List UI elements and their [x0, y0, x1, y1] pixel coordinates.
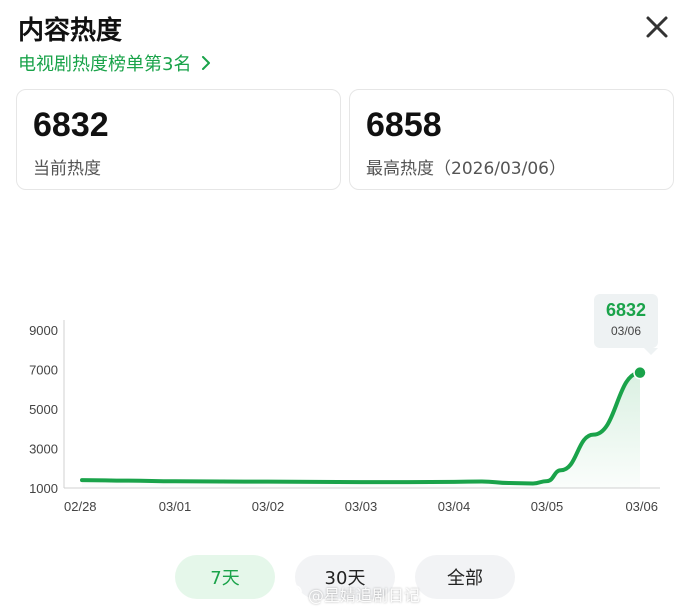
- range-all-button[interactable]: 全部: [415, 555, 515, 599]
- max-heat-label: 最高热度（2026/03/06）: [366, 159, 566, 179]
- max-heat-value: 6858: [366, 106, 442, 144]
- rank-link-label: 电视剧热度榜单第3名: [18, 54, 192, 75]
- range-30d-button[interactable]: 30天: [295, 555, 395, 599]
- page-title: 内容热度: [18, 16, 123, 46]
- x-tick-label: 03/02: [252, 499, 285, 514]
- current-heat-label: 当前热度: [33, 159, 101, 179]
- y-tick-label: 1000: [29, 481, 58, 496]
- close-button[interactable]: [642, 12, 672, 42]
- y-tick-label: 5000: [29, 402, 58, 417]
- series-line: [80, 370, 642, 486]
- y-tick-label: 3000: [29, 441, 58, 456]
- x-tick-label: 03/03: [345, 499, 378, 514]
- chart-tooltip: 6832 03/06: [594, 294, 658, 355]
- x-tick-label: 03/04: [438, 499, 471, 514]
- current-heat-value: 6832: [33, 106, 109, 144]
- max-heat-card: 6858 最高热度（2026/03/06）: [349, 89, 674, 190]
- heat-trend-chart-svg: 1000 3000 5000 7000 9000 02/28 03/01 03/02 03/03…: [29, 320, 660, 514]
- range-7d-button[interactable]: 7天: [175, 555, 275, 599]
- current-heat-card: 6832 当前热度: [16, 89, 341, 190]
- highlight-point: [633, 365, 647, 380]
- x-tick-label: 03/05: [531, 499, 564, 514]
- y-tick-label: 7000: [29, 362, 58, 377]
- rank-link[interactable]: 电视剧热度榜单第3名: [18, 50, 213, 76]
- tooltip-value: 6832: [605, 300, 647, 320]
- chevron-right-icon: [202, 56, 211, 70]
- x-tick-label: 03/01: [159, 499, 192, 514]
- close-icon: [646, 16, 668, 38]
- tooltip-date: 03/06: [610, 324, 642, 338]
- x-tick-label: 02/28: [64, 499, 97, 514]
- y-tick-label: 9000: [29, 323, 58, 338]
- x-tick-label: 03/06: [625, 499, 658, 514]
- heat-trend-chart[interactable]: 1000 3000 5000 7000 9000 02/28 03/01 03/02 03/03…: [0, 280, 690, 520]
